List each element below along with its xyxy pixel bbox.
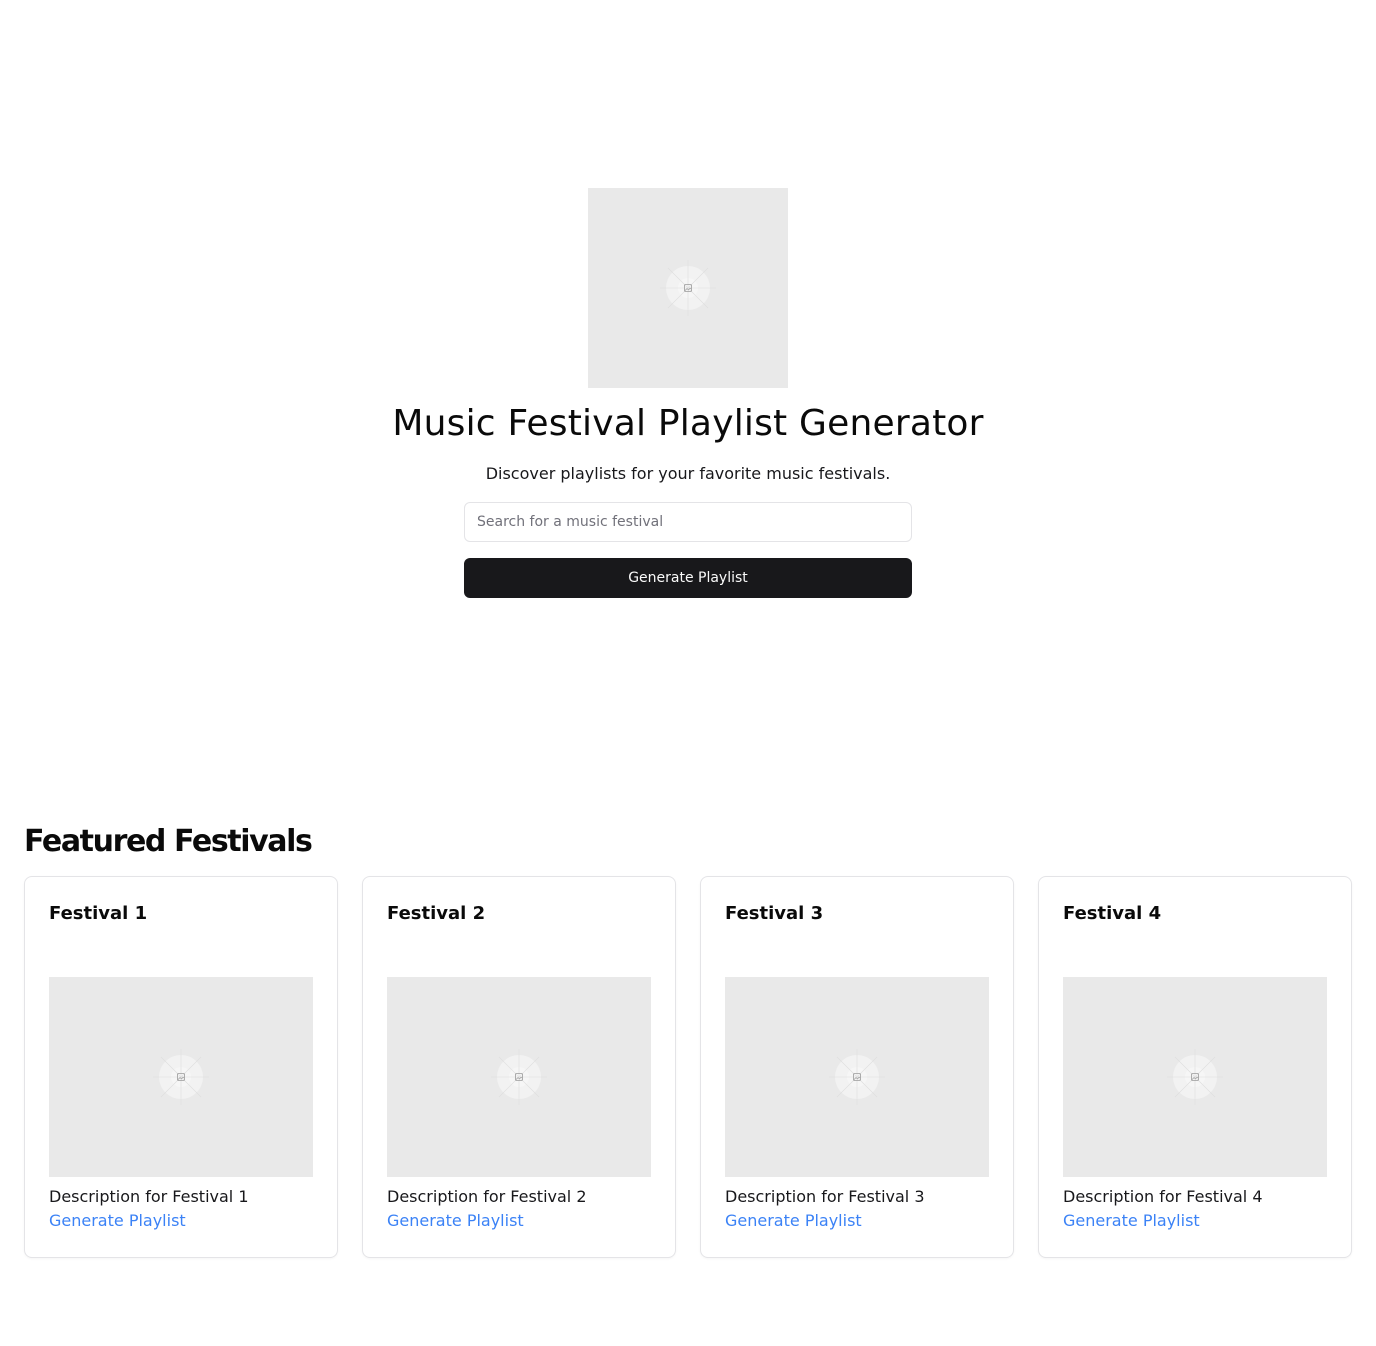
festival-card-description: Description for Festival 4 bbox=[1063, 1187, 1263, 1206]
hero-image bbox=[588, 188, 788, 388]
featured-title: Featured Festivals bbox=[24, 824, 313, 859]
featured-section: Featured Festivals Festival 1 Descriptio… bbox=[24, 824, 1352, 1258]
festival-card-generate-link[interactable]: Generate Playlist bbox=[49, 1210, 186, 1232]
festival-card-image bbox=[1063, 977, 1327, 1177]
festival-card-title: Festival 1 bbox=[49, 903, 148, 924]
image-placeholder-icon bbox=[827, 1047, 887, 1107]
search-input[interactable] bbox=[464, 502, 912, 542]
festival-card-image bbox=[725, 977, 989, 1177]
festival-card-generate-link[interactable]: Generate Playlist bbox=[725, 1210, 862, 1232]
page-title: Music Festival Playlist Generator bbox=[392, 403, 984, 444]
festival-card: Festival 2 Description for Festival 2 Ge… bbox=[362, 876, 676, 1258]
festival-card-description: Description for Festival 2 bbox=[387, 1187, 587, 1206]
festival-card: Festival 1 Description for Festival 1 Ge… bbox=[24, 876, 338, 1258]
festival-card-image bbox=[49, 977, 313, 1177]
festival-card-title: Festival 3 bbox=[725, 903, 824, 924]
image-placeholder-icon bbox=[658, 258, 718, 318]
festival-card-title: Festival 2 bbox=[387, 903, 486, 924]
festival-card-generate-link[interactable]: Generate Playlist bbox=[1063, 1210, 1200, 1232]
hero-section: Music Festival Playlist Generator Discov… bbox=[0, 188, 1376, 598]
festival-card: Festival 4 Description for Festival 4 Ge… bbox=[1038, 876, 1352, 1258]
festival-card-grid: Festival 1 Description for Festival 1 Ge… bbox=[24, 876, 1352, 1258]
festival-card: Festival 3 Description for Festival 3 Ge… bbox=[700, 876, 1014, 1258]
festival-card-title: Festival 4 bbox=[1063, 903, 1162, 924]
festival-card-description: Description for Festival 3 bbox=[725, 1187, 925, 1206]
generate-playlist-button[interactable]: Generate Playlist bbox=[464, 558, 912, 598]
page: Music Festival Playlist Generator Discov… bbox=[0, 0, 1376, 1346]
festival-card-generate-link[interactable]: Generate Playlist bbox=[387, 1210, 524, 1232]
festival-card-description: Description for Festival 1 bbox=[49, 1187, 249, 1206]
image-placeholder-icon bbox=[489, 1047, 549, 1107]
image-placeholder-icon bbox=[151, 1047, 211, 1107]
page-subtitle: Discover playlists for your favorite mus… bbox=[485, 464, 891, 483]
festival-card-image bbox=[387, 977, 651, 1177]
image-placeholder-icon bbox=[1165, 1047, 1225, 1107]
